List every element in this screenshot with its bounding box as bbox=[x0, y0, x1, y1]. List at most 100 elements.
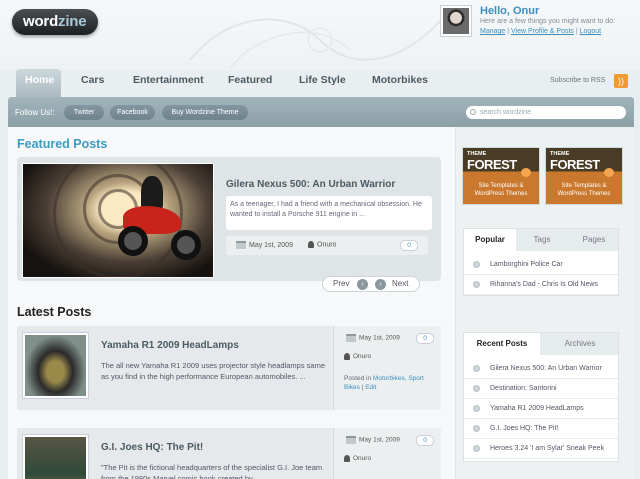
sidebar-item[interactable]: Destination: Santorini bbox=[464, 379, 618, 399]
logout-link[interactable]: Logout bbox=[580, 28, 601, 35]
ad-tagline: Site Templates & WordPress Themes bbox=[546, 182, 622, 198]
comment-count[interactable]: 0 bbox=[416, 333, 434, 344]
post-main: Yamaha R1 2009 HeadLamps The all new Yam… bbox=[17, 326, 331, 410]
post-date-text: May 1st, 2009 bbox=[359, 334, 400, 342]
themeforest-ad[interactable]: THEME FOREST Site Templates & WordPress T… bbox=[462, 147, 540, 205]
post-excerpt: The all new Yamaha R1 2009 uses projecto… bbox=[101, 361, 326, 381]
manage-link[interactable]: Manage bbox=[480, 28, 505, 35]
featured-author: Onuro bbox=[308, 241, 336, 248]
logo-zine: zine bbox=[58, 13, 87, 30]
calendar-icon bbox=[236, 241, 246, 249]
bullet-icon bbox=[473, 405, 480, 412]
subscribe-rss-link[interactable]: Subscribe to RSS bbox=[550, 77, 605, 84]
themeforest-ad[interactable]: THEME FOREST Site Templates & WordPress T… bbox=[545, 147, 623, 205]
post-date-text: May 1st, 2009 bbox=[359, 436, 400, 444]
sidebar-item[interactable]: G.I. Joes HQ: The Pit! bbox=[464, 419, 618, 439]
next-button[interactable]: Next bbox=[392, 277, 408, 291]
bullet-icon bbox=[473, 261, 480, 268]
cursor-hand-icon bbox=[604, 168, 614, 177]
bullet-icon bbox=[473, 425, 480, 432]
tab-tags[interactable]: Tags bbox=[516, 229, 568, 251]
post-excerpt: "The Pit is the fictional headquarters o… bbox=[101, 463, 323, 479]
prev-button[interactable]: Prev bbox=[333, 277, 349, 291]
featured-image[interactable] bbox=[22, 163, 214, 278]
ad-tagline-line1: Site Templates & bbox=[561, 183, 607, 189]
search-placeholder: search wordzine bbox=[480, 109, 531, 116]
search-icon bbox=[470, 109, 476, 115]
bullet-icon bbox=[473, 445, 480, 452]
featured-date-text: May 1st, 2009 bbox=[249, 241, 293, 249]
list-item: Yamaha R1 2009 HeadLamps The all new Yam… bbox=[17, 326, 441, 410]
cursor-hand-icon bbox=[521, 168, 531, 177]
decorative-swirl bbox=[189, 9, 451, 68]
comment-count[interactable]: 0 bbox=[416, 435, 434, 446]
follow-us-label: Follow Us!: bbox=[15, 108, 55, 117]
post-title[interactable]: G.I. Joes HQ: The Pit! bbox=[101, 442, 203, 453]
tab-recent-posts[interactable]: Recent Posts bbox=[464, 333, 540, 355]
sidebar-item[interactable]: Heroes 3.24 'I am Sylar' Sneak Peek bbox=[464, 439, 618, 459]
user-icon bbox=[344, 455, 350, 462]
ad-brand-text: FOREST bbox=[550, 157, 600, 172]
post-categories: Posted in Motorbikes, Sport Bikes | Edit bbox=[344, 374, 436, 392]
post-author-text[interactable]: Onuro bbox=[353, 353, 371, 360]
featured-post-title[interactable]: Gilera Nexus 500: An Urban Warrior bbox=[226, 179, 395, 190]
rss-icon[interactable]: )) bbox=[614, 74, 628, 88]
user-icon bbox=[344, 353, 350, 360]
prev-arrow-icon[interactable]: ‹ bbox=[357, 279, 368, 290]
sidebar-item[interactable]: Yamaha R1 2009 HeadLamps bbox=[464, 399, 618, 419]
nav-tab-featured[interactable]: Featured bbox=[228, 70, 272, 97]
tab-archives[interactable]: Archives bbox=[540, 333, 620, 355]
user-icon bbox=[308, 241, 314, 248]
latest-heading: Latest Posts bbox=[17, 305, 92, 319]
user-subtext: Here are a few things you might want to … bbox=[480, 18, 616, 25]
view-profile-link[interactable]: View Profile & Posts bbox=[511, 28, 574, 35]
nav-tab-motorbikes[interactable]: Motorbikes bbox=[372, 70, 428, 97]
widget-tabs: Popular Tags Pages bbox=[464, 229, 618, 251]
sidebar-item-label: Yamaha R1 2009 HeadLamps bbox=[490, 405, 584, 412]
sidebar-item[interactable]: Lamborghini Police Car bbox=[464, 255, 618, 275]
featured-meta: May 1st, 2009 Onuro 0 bbox=[226, 236, 428, 255]
post-thumbnail[interactable] bbox=[22, 332, 89, 399]
post-author-text[interactable]: Onuro bbox=[353, 455, 371, 462]
facebook-button[interactable]: Facebook bbox=[110, 105, 155, 120]
user-links: Manage | View Profile & Posts | Logout bbox=[480, 28, 601, 35]
post-thumbnail[interactable] bbox=[22, 434, 89, 479]
post-main: G.I. Joes HQ: The Pit! "The Pit is the f… bbox=[17, 428, 331, 479]
widget-tabs: Recent Posts Archives bbox=[464, 333, 618, 355]
nav-tab-cars[interactable]: Cars bbox=[81, 70, 104, 97]
edit-link[interactable]: Edit bbox=[365, 384, 376, 391]
post-meta: May 1st, 2009 0 Onuro bbox=[333, 428, 441, 479]
sidebar-item[interactable]: Gilera Nexus 500: An Urban Warrior bbox=[464, 359, 618, 379]
sidebar-item[interactable]: Rihanna's Dad - Chris Is Old News bbox=[464, 275, 618, 295]
tab-pages[interactable]: Pages bbox=[568, 229, 620, 251]
tab-popular[interactable]: Popular bbox=[464, 229, 516, 251]
bullet-icon bbox=[473, 385, 480, 392]
post-author: Onuro bbox=[344, 455, 371, 462]
list-item: G.I. Joes HQ: The Pit! "The Pit is the f… bbox=[17, 428, 441, 479]
featured-excerpt: As a teenager, I had a friend with a mec… bbox=[226, 196, 432, 230]
nav-tab-life-style[interactable]: Life Style bbox=[299, 70, 346, 97]
nav-tab-home[interactable]: Home bbox=[16, 69, 61, 98]
ad-tagline-line2: WordPress Themes bbox=[557, 191, 611, 197]
user-avatar[interactable] bbox=[440, 5, 472, 37]
ad-brand-text: FOREST bbox=[467, 157, 517, 172]
bullet-icon bbox=[473, 281, 480, 288]
next-arrow-icon[interactable]: › bbox=[375, 279, 386, 290]
ad-tagline-line2: WordPress Themes bbox=[474, 191, 528, 197]
posted-in-label: Posted in bbox=[344, 375, 372, 382]
post-date: May 1st, 2009 bbox=[346, 436, 400, 444]
search-input[interactable]: search wordzine bbox=[466, 106, 626, 119]
featured-author-text[interactable]: Onuro bbox=[317, 241, 336, 248]
sidebar-item-label: Destination: Santorini bbox=[490, 385, 557, 392]
user-greeting: Hello, Onur bbox=[480, 5, 540, 17]
post-title[interactable]: Yamaha R1 2009 HeadLamps bbox=[101, 340, 239, 351]
post-author: Onuro bbox=[344, 353, 371, 360]
twitter-button[interactable]: Twitter bbox=[64, 105, 104, 120]
recent-posts-widget: Recent Posts Archives Gilera Nexus 500: … bbox=[463, 332, 619, 462]
bullet-icon bbox=[473, 365, 480, 372]
buy-theme-button[interactable]: Buy Wordzine Theme bbox=[162, 105, 248, 120]
nav-tab-entertainment[interactable]: Entertainment bbox=[133, 70, 204, 97]
slider-pager: Prev ‹ › Next bbox=[322, 276, 420, 292]
comment-count[interactable]: 0 bbox=[400, 240, 418, 251]
site-logo[interactable]: wordzine bbox=[12, 9, 98, 35]
